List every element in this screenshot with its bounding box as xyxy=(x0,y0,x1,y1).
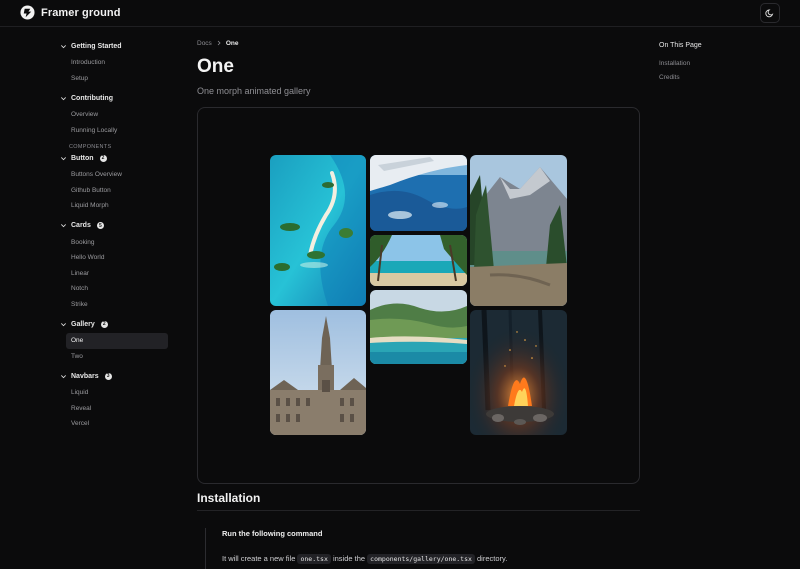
chevron-down-icon xyxy=(61,322,66,326)
sidebar-group-label: Button xyxy=(71,154,94,162)
toc-item-credits[interactable]: Credits xyxy=(659,74,702,88)
sidebar-group-button[interactable]: Button 2 xyxy=(60,152,172,164)
island-lagoon-image xyxy=(270,155,366,306)
sidebar-group-getting-started[interactable]: Getting Started xyxy=(60,40,172,52)
step-title: Run the following command xyxy=(222,529,323,538)
sidebar-item-two[interactable]: Two xyxy=(60,349,172,365)
sidebar-group-label: Contributing xyxy=(71,94,113,102)
count-badge: 2 xyxy=(99,154,107,162)
sidebar-item-introduction[interactable]: Introduction xyxy=(60,55,172,71)
framer-logo-icon xyxy=(20,5,35,20)
file-code: one.tsx xyxy=(297,554,331,564)
sidebar-group-cards[interactable]: Cards 5 xyxy=(60,220,172,232)
sidebar-item-liquid[interactable]: Liquid xyxy=(60,385,172,401)
chevron-down-icon xyxy=(61,224,66,228)
gallery-image-airplane-wing[interactable] xyxy=(370,155,467,231)
step-text-before: It will create a new file xyxy=(222,554,296,563)
sidebar-group-label: Cards xyxy=(71,222,91,229)
sidebar-item-overview[interactable]: Overview xyxy=(60,107,172,123)
count-badge: 5 xyxy=(96,222,104,229)
page-subtitle: One morph animated gallery xyxy=(197,86,311,96)
cathedral-image xyxy=(270,310,366,435)
gallery-image-palm-beach[interactable] xyxy=(370,235,467,286)
top-bar: Framer ground xyxy=(0,0,800,27)
sidebar-group-navbars[interactable]: Navbars 3 xyxy=(60,370,172,382)
sidebar-item-notch[interactable]: Notch xyxy=(60,281,172,297)
toc-title: On This Page xyxy=(659,42,702,49)
sidebar-group-label: Gallery xyxy=(71,320,95,328)
step-text-mid: inside the xyxy=(332,554,366,563)
sidebar-group-contributing[interactable]: Contributing xyxy=(60,92,172,104)
sidebar-item-booking[interactable]: Booking xyxy=(60,235,172,251)
installation-heading: Installation xyxy=(197,491,261,505)
moon-icon xyxy=(765,9,774,18)
breadcrumb: Docs One xyxy=(197,35,641,51)
sidebar-item-reveal[interactable]: Reveal xyxy=(60,401,172,417)
airplane-wing-image xyxy=(370,155,467,231)
toc-item-installation[interactable]: Installation xyxy=(659,60,702,74)
sidebar-group-label: Navbars xyxy=(71,372,99,380)
chevron-down-icon xyxy=(61,44,66,48)
main-content: Docs One One One morph animated gallery xyxy=(197,35,641,569)
step-description: It will create a new file one.tsx inside… xyxy=(222,554,508,564)
brand-name: Framer ground xyxy=(41,6,121,19)
count-badge: 2 xyxy=(100,320,108,328)
sidebar-item-buttons-overview[interactable]: Buttons Overview xyxy=(60,167,172,183)
sidebar-item-liquid-morph[interactable]: Liquid Morph xyxy=(60,198,172,214)
path-code: components/gallery/one.tsx xyxy=(367,554,475,564)
sidebar-item-strike[interactable]: Strike xyxy=(60,297,172,313)
on-this-page: On This Page Installation Credits xyxy=(659,42,702,88)
divider xyxy=(197,510,640,511)
sidebar-item-one[interactable]: One xyxy=(66,333,168,349)
sidebar-item-running-locally[interactable]: Running Locally xyxy=(60,123,172,139)
sidebar-group-label: Getting Started xyxy=(71,42,122,50)
chevron-down-icon xyxy=(61,156,66,160)
gallery-image-island-lagoon[interactable] xyxy=(270,155,366,306)
palm-beach-image xyxy=(370,235,467,286)
brand[interactable]: Framer ground xyxy=(20,5,121,20)
gallery-image-cathedral[interactable] xyxy=(270,310,366,435)
sidebar: Getting Started Introduction Setup Contr… xyxy=(60,40,172,432)
sidebar-group-gallery[interactable]: Gallery 2 xyxy=(60,318,172,330)
chevron-right-icon xyxy=(217,40,221,46)
campfire-image xyxy=(470,310,567,435)
chevron-down-icon xyxy=(61,374,66,378)
gallery-preview xyxy=(197,107,640,484)
steps-line xyxy=(205,528,206,569)
page-title: One xyxy=(197,56,234,77)
sidebar-item-hello-world[interactable]: Hello World xyxy=(60,250,172,266)
gallery-image-campfire[interactable] xyxy=(470,310,567,435)
count-badge: 3 xyxy=(104,372,112,380)
sidebar-item-vercel[interactable]: Vercel xyxy=(60,416,172,432)
gallery-image-mountain-lake[interactable] xyxy=(470,155,567,306)
sidebar-item-linear[interactable]: Linear xyxy=(60,266,172,282)
breadcrumb-current: One xyxy=(225,39,239,47)
sidebar-item-github-button[interactable]: Github Button xyxy=(60,183,172,199)
chevron-down-icon xyxy=(61,96,66,100)
mountain-lake-image xyxy=(470,155,567,306)
gallery-image-coastline[interactable] xyxy=(370,290,467,364)
sidebar-item-setup[interactable]: Setup xyxy=(60,71,172,87)
theme-toggle-button[interactable] xyxy=(760,3,780,23)
coastline-image xyxy=(370,290,467,364)
breadcrumb-docs[interactable]: Docs xyxy=(197,40,212,47)
components-section-label: COMPONENTS xyxy=(69,144,112,150)
step-text-after: directory. xyxy=(477,554,508,563)
